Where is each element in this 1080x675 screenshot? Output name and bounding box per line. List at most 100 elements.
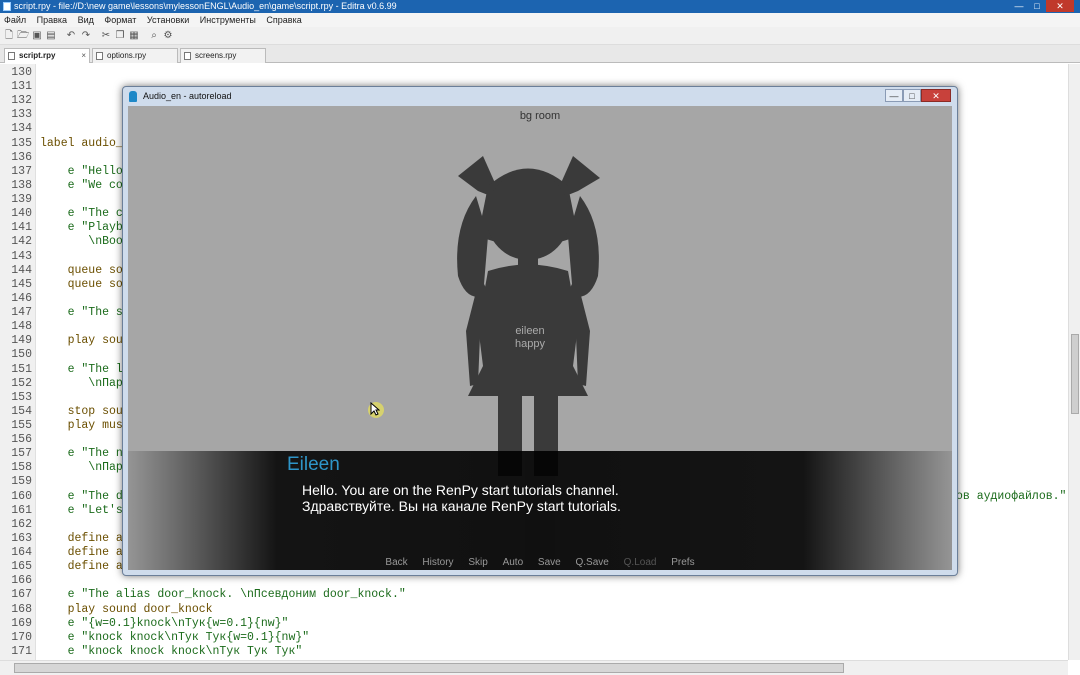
code-line: e "knock knock\nТук Тук{w=0.1}{nw}" — [40, 630, 310, 644]
menu-edit[interactable]: Правка — [37, 15, 67, 25]
line-number: 144 — [11, 263, 32, 277]
code-line: \nПар — [40, 376, 123, 390]
maximize-button[interactable]: □ — [1028, 0, 1046, 12]
menu-file[interactable]: Файл — [4, 15, 26, 25]
line-number: 158 — [11, 461, 32, 475]
line-number: 157 — [11, 447, 32, 461]
line-number: 135 — [11, 136, 32, 150]
line-number: 155 — [11, 419, 32, 432]
dialogue-textbox[interactable]: Eileen Hello. You are on the RenPy start… — [128, 451, 952, 570]
quick-menu-prefs[interactable]: Prefs — [671, 557, 694, 568]
line-number: 137 — [11, 164, 32, 178]
file-icon — [96, 52, 103, 60]
line-number: 159 — [11, 475, 32, 489]
print-icon[interactable]: ▤ — [45, 30, 57, 42]
quick-menu-skip[interactable]: Skip — [468, 557, 487, 568]
open-folder-icon[interactable]: 🗁 — [17, 30, 29, 42]
cut-icon[interactable]: ✂ — [100, 30, 112, 42]
find-replace-icon[interactable]: ⚙ — [162, 30, 174, 42]
menu-format[interactable]: Формат — [104, 15, 136, 25]
tab-label: script.rpy — [19, 51, 56, 60]
code-line: e "The alias door_knock. \nПсевдоним doo… — [40, 588, 406, 602]
line-number: 152 — [11, 376, 32, 390]
tab-script-rpy[interactable]: script.rpy × — [4, 48, 90, 63]
line-number: 150 — [11, 348, 32, 362]
editra-app-icon — [3, 2, 11, 11]
vertical-scroll-thumb[interactable] — [1071, 334, 1079, 414]
game-maximize-button[interactable]: □ — [903, 89, 921, 102]
game-window-title: Audio_en - autoreload — [143, 91, 232, 101]
undo-icon[interactable]: ↶ — [65, 30, 77, 42]
game-window: Audio_en - autoreload — □ ✕ bg room eile… — [122, 86, 958, 576]
line-number: 132 — [11, 94, 32, 108]
speaker-name: Eileen — [287, 454, 340, 475]
line-number: 149 — [11, 334, 32, 348]
redo-icon[interactable]: ↷ — [80, 30, 92, 42]
quick-menu: Back History Skip Auto Save Q.Save Q.Loa… — [128, 557, 952, 568]
tab-options-rpy[interactable]: options.rpy — [92, 48, 178, 63]
line-number: 141 — [11, 221, 32, 235]
tab-screens-rpy[interactable]: screens.rpy — [180, 48, 266, 63]
mouse-cursor — [368, 402, 384, 418]
app-title: script.rpy - file://D:\new game\lessons\… — [14, 1, 397, 11]
file-icon — [184, 52, 191, 60]
code-line: e "The d — [40, 489, 123, 503]
dialogue-line-english: Hello. You are on the RenPy start tutori… — [302, 482, 619, 498]
line-number: 166 — [11, 574, 32, 588]
line-number: 163 — [11, 531, 32, 545]
code-line: define a — [40, 560, 123, 574]
sprite-expression: happy — [515, 338, 545, 350]
close-button[interactable]: ✕ — [1046, 0, 1074, 12]
find-icon[interactable]: ⌕ — [148, 30, 160, 42]
quick-menu-history[interactable]: History — [422, 557, 453, 568]
code-line: play mus — [40, 419, 123, 432]
quick-menu-back[interactable]: Back — [385, 557, 407, 568]
menu-view[interactable]: Вид — [78, 15, 94, 25]
game-minimize-button[interactable]: — — [885, 89, 903, 102]
code-line: play sou — [40, 334, 123, 348]
line-number: 138 — [11, 178, 32, 192]
vertical-scrollbar[interactable] — [1068, 64, 1080, 660]
code-line: define a — [40, 546, 123, 560]
code-line: label audio_ — [40, 136, 123, 150]
tab-label: options.rpy — [107, 51, 147, 60]
game-viewport[interactable]: bg room eileen happy Eileen Hello. You a… — [128, 106, 952, 570]
code-line: e "The c — [40, 207, 123, 221]
tab-close-icon[interactable]: × — [81, 49, 86, 63]
save-icon[interactable]: ▣ — [31, 30, 43, 42]
code-line: e "Hello — [40, 164, 123, 178]
horizontal-scrollbar[interactable] — [0, 660, 1068, 675]
game-window-title-bar: Audio_en - autoreload — □ ✕ — [123, 87, 957, 106]
new-file-icon[interactable]: 🗋 — [3, 30, 15, 42]
renpy-app-icon — [129, 91, 137, 102]
line-number: 133 — [11, 108, 32, 122]
character-silhouette — [457, 156, 600, 476]
code-line: queue so — [40, 263, 123, 277]
file-tabs: script.rpy × options.rpy screens.rpy — [0, 45, 1080, 63]
copy-icon[interactable]: ❐ — [114, 30, 126, 42]
code-line: queue so — [40, 277, 123, 291]
minimize-button[interactable]: — — [1010, 0, 1028, 12]
quick-menu-auto[interactable]: Auto — [503, 557, 524, 568]
code-line: e "The l — [40, 362, 123, 376]
line-number: 167 — [11, 588, 32, 602]
code-line: e "{w=0.1}knock\nТук{w=0.1}{nw}" — [40, 616, 289, 630]
horizontal-scroll-thumb[interactable] — [14, 663, 844, 673]
menu-settings[interactable]: Установки — [147, 15, 189, 25]
paste-icon[interactable]: ▦ — [128, 30, 140, 42]
sprite-label: eileen happy — [128, 325, 932, 351]
code-line: e "The s — [40, 306, 123, 320]
line-number: 165 — [11, 560, 32, 574]
app-title-bar: script.rpy - file://D:\new game\lessons\… — [0, 0, 1080, 13]
quick-menu-qsave[interactable]: Q.Save — [576, 557, 609, 568]
quick-menu-save[interactable]: Save — [538, 557, 561, 568]
line-number: 131 — [11, 80, 32, 94]
line-number: 148 — [11, 320, 32, 334]
menu-help[interactable]: Справка — [266, 15, 301, 25]
file-icon — [8, 52, 15, 60]
line-number: 147 — [11, 306, 32, 320]
arrow-cursor-icon — [370, 402, 380, 416]
game-close-button[interactable]: ✕ — [921, 89, 951, 102]
menu-tools[interactable]: Инструменты — [200, 15, 256, 25]
code-line-overflow: ов аудиофайлов." — [956, 489, 1067, 503]
